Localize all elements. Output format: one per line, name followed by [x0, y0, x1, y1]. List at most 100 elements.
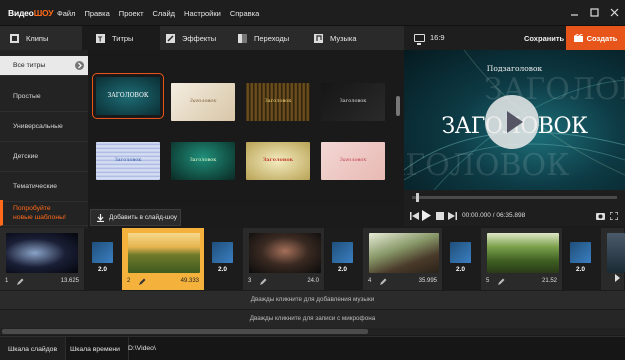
template-text: Заголовок	[339, 98, 367, 105]
add-to-slideshow-button[interactable]: Добавить в слайд-шоу	[90, 209, 181, 226]
tab-transitions[interactable]: Переходы	[238, 26, 310, 50]
tab-titles-label: Титры	[112, 33, 134, 43]
tab-time-scale[interactable]: Шкала времени	[62, 337, 129, 360]
menu-slide[interactable]: Слайд	[153, 9, 176, 18]
promo-line-2: новые шаблоны!	[13, 213, 66, 221]
edit-pencil-icon[interactable]	[498, 278, 505, 285]
title-template-4[interactable]: Заголовок	[321, 83, 385, 121]
sidebar-item-label: Универсальные	[13, 123, 63, 130]
menu-edit[interactable]: Правка	[84, 9, 109, 18]
preview-ghost-text: ЗАГОЛОВОК	[404, 148, 570, 183]
template-text: Заголовок	[189, 98, 217, 105]
create-button-label: Создать	[586, 33, 618, 43]
snapshot-icon[interactable]	[596, 212, 605, 222]
close-icon[interactable]	[610, 8, 619, 17]
tab-music[interactable]: Музыка	[314, 26, 384, 50]
sidebar-item-universal[interactable]: Универсальные	[0, 112, 88, 142]
title-template-6[interactable]: Заголовок	[171, 142, 235, 180]
slide-duration: 13.625	[60, 278, 79, 284]
chevron-right-icon[interactable]	[615, 274, 620, 284]
aspect-ratio-selector[interactable]: 16:9	[414, 33, 445, 45]
titles-icon: T	[96, 33, 105, 43]
microphone-track[interactable]: Дважды кликните для записи с микрофона	[0, 310, 625, 328]
tab-slide-scale[interactable]: Шкала слайдов	[0, 337, 67, 360]
music-track[interactable]: Дважды кликните для добавления музыки	[0, 291, 625, 309]
title-template-2[interactable]: Заголовок	[171, 83, 235, 121]
film-icon	[573, 33, 583, 43]
transition-thumbnail	[92, 242, 113, 263]
slide-duration: 35.995	[418, 278, 437, 284]
transition-duration: 2.0	[97, 266, 108, 273]
transition-4[interactable]: 2.0	[444, 228, 480, 290]
menu-settings[interactable]: Настройки	[184, 9, 221, 18]
playback-progress[interactable]	[404, 190, 625, 206]
tab-music-label: Музыка	[330, 33, 357, 43]
sidebar-item-thematic[interactable]: Тематические	[0, 172, 88, 202]
template-text: Заголовок	[114, 157, 142, 164]
sidebar-item-label: Все титры	[13, 62, 46, 69]
playback-time: 00:00.000 / 06:35.898	[462, 212, 526, 219]
save-button[interactable]: Сохранить	[524, 34, 564, 43]
slide-3[interactable]: 3 24.0	[243, 228, 325, 290]
transition-1[interactable]: 2.0	[86, 228, 120, 290]
tab-time-scale-label: Шкала времени	[70, 345, 120, 353]
play-icon[interactable]	[422, 210, 431, 223]
title-template-7[interactable]: Заголовок	[246, 142, 310, 180]
timeline-scrollbar-thumb[interactable]	[2, 329, 368, 334]
aspect-ratio-label: 16:9	[430, 33, 445, 42]
edit-pencil-icon[interactable]	[139, 278, 146, 285]
play-overlay-icon[interactable]	[485, 95, 539, 149]
title-template-3[interactable]: Заголовок	[246, 83, 310, 121]
slide-number: 4	[368, 278, 372, 284]
transition-5[interactable]: 2.0	[564, 228, 600, 290]
stop-icon[interactable]	[436, 212, 444, 222]
next-icon[interactable]	[448, 212, 457, 222]
slide-5[interactable]: 5 21.52	[481, 228, 563, 290]
tab-clips[interactable]: Клипы	[10, 26, 80, 50]
transition-2[interactable]: 2.0	[206, 228, 242, 290]
slide-1[interactable]: 1 13.625	[0, 228, 85, 290]
slide-duration: 49.333	[180, 278, 199, 284]
previous-icon[interactable]	[410, 212, 419, 222]
create-button[interactable]: Создать	[566, 26, 625, 50]
title-template-1[interactable]: ЗАГОЛОВОК	[92, 73, 164, 119]
slide-6-partial[interactable]	[601, 228, 625, 290]
timeline-scrollbar[interactable]	[0, 328, 625, 335]
menu-file[interactable]: Файл	[57, 9, 75, 18]
slide-thumbnail	[607, 233, 625, 273]
minimize-icon[interactable]	[570, 8, 579, 17]
slide-thumbnail	[128, 233, 200, 273]
monitor-icon	[414, 33, 425, 45]
tab-effects[interactable]: Эффекты	[166, 26, 236, 50]
music-track-hint: Дважды кликните для добавления музыки	[250, 296, 375, 303]
sidebar-item-all-titles[interactable]: Все титры	[0, 56, 88, 76]
add-to-slideshow-label: Добавить в слайд-шоу	[109, 214, 178, 221]
menu-project[interactable]: Проект	[119, 9, 144, 18]
edit-pencil-icon[interactable]	[17, 278, 24, 285]
tab-effects-label: Эффекты	[182, 33, 217, 43]
transition-3[interactable]: 2.0	[326, 228, 362, 290]
transition-thumbnail	[212, 242, 233, 263]
sidebar-item-kids[interactable]: Детские	[0, 142, 88, 172]
title-template-5[interactable]: Заголовок	[96, 142, 160, 180]
gallery-scrollbar[interactable]	[396, 96, 400, 116]
menu-help[interactable]: Справка	[230, 9, 259, 18]
transition-duration: 2.0	[575, 266, 586, 273]
logo-part-2: ШОУ	[33, 8, 54, 18]
transitions-icon	[238, 33, 247, 43]
try-new-templates-link[interactable]: Попробуйте новые шаблоны!	[0, 200, 88, 226]
main-menu: Файл Правка Проект Слайд Настройки Справ…	[57, 9, 268, 18]
maximize-icon[interactable]	[590, 8, 599, 17]
progress-handle[interactable]	[416, 193, 420, 202]
title-template-8[interactable]: Заголовок	[321, 142, 385, 180]
tab-titles[interactable]: T Титры	[82, 26, 160, 50]
progress-track[interactable]	[412, 196, 617, 199]
transition-thumbnail	[332, 242, 353, 263]
slide-2[interactable]: 2 49.333	[122, 228, 205, 290]
preview-canvas: ЗАГОЛОВОК ЗАГОЛОВОК Подзаголовок ЗАГОЛОВ…	[404, 50, 625, 190]
fullscreen-icon[interactable]	[609, 211, 619, 222]
sidebar-item-simple[interactable]: Простые	[0, 82, 88, 112]
slide-4[interactable]: 4 35.995	[363, 228, 443, 290]
edit-pencil-icon[interactable]	[380, 278, 387, 285]
edit-pencil-icon[interactable]	[260, 278, 267, 285]
